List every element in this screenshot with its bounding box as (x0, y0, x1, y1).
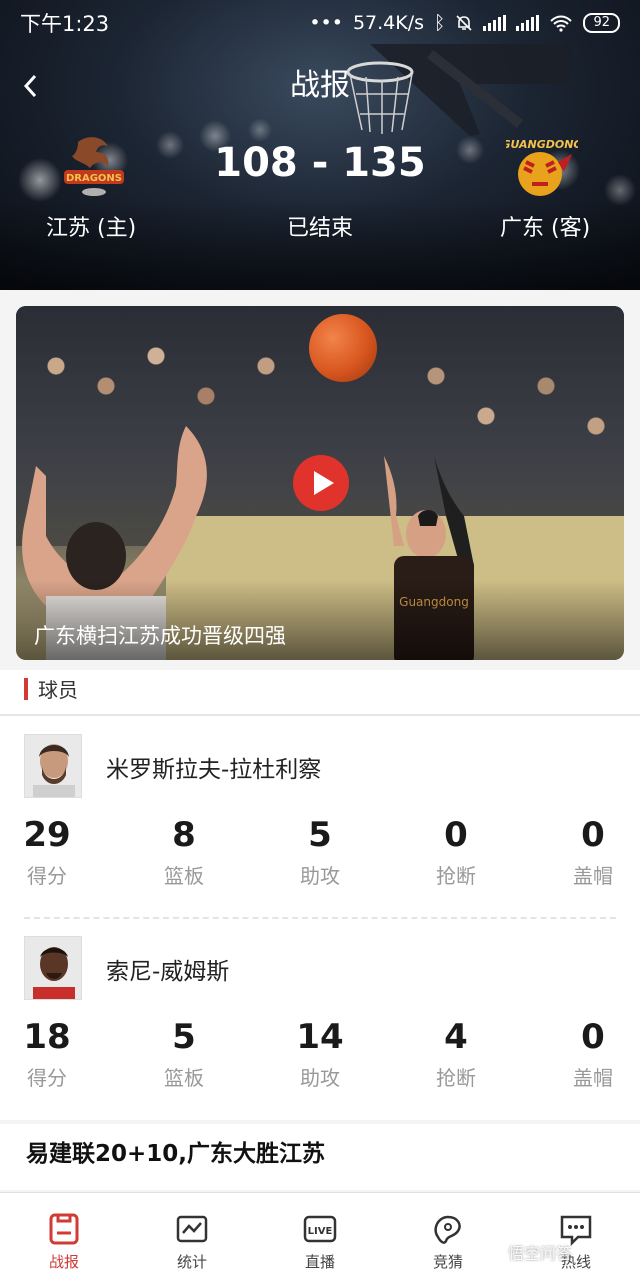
stat-rebounds: 5 篮板 (164, 1017, 204, 1090)
signal-icon (483, 15, 507, 31)
nav-bar: 战报 (0, 56, 640, 116)
mute-icon (456, 15, 473, 31)
player-name: 米罗斯拉夫-拉杜利察 (106, 757, 322, 783)
stat-steals: 4 抢断 (436, 1017, 476, 1090)
highlight-video-card[interactable]: Guangdong 广东横扫江苏成功晋级四强 (16, 306, 624, 660)
game-header: 下午1:23 ••• 57.4K/s ᛒ 92 战报 DRAGONS GUANG… (0, 0, 640, 290)
bluetooth-icon: ᛒ (434, 12, 446, 34)
game-score: 108 - 135 (214, 140, 426, 186)
stat-steals: 0 抢断 (436, 815, 476, 888)
wifi-icon (550, 15, 573, 32)
news-headline[interactable]: 易建联20+10,广东大胜江苏 (0, 1124, 640, 1190)
tab-label: 直播 (304, 1253, 335, 1271)
player-card[interactable]: 米罗斯拉夫-拉杜利察 29 得分 8 篮板 5 助攻 0 抢断 0 盖帽 (0, 716, 640, 916)
player-stat-row: 18 得分 5 篮板 14 助攻 4 抢断 0 盖帽 (0, 1016, 640, 1096)
player-stat-row: 29 得分 8 篮板 5 助攻 0 抢断 0 盖帽 (0, 814, 640, 894)
player-card[interactable]: 索尼-威姆斯 18 得分 5 篮板 14 助攻 4 抢断 0 盖帽 (0, 918, 640, 1118)
signal-icon (516, 15, 540, 31)
play-button[interactable] (293, 455, 349, 511)
watermark: 悟空问答 (508, 1244, 573, 1263)
page-title: 战报 (290, 68, 350, 103)
tab-hotline[interactable]: 热线 (512, 1193, 640, 1280)
player-stats-list: 米罗斯拉夫-拉杜利察 29 得分 8 篮板 5 助攻 0 抢断 0 盖帽 索尼-威姆斯 1… (0, 716, 640, 1120)
video-caption: 广东横扫江苏成功晋级四强 (34, 624, 286, 648)
stat-points: 29 得分 (23, 815, 71, 888)
stat-blocks: 0 盖帽 (573, 1017, 613, 1090)
network-speed: 57.4K/s (352, 12, 425, 34)
player-name: 索尼-威姆斯 (106, 959, 230, 985)
section-title: 球员 (38, 678, 78, 702)
tab-stats[interactable]: 统计 (128, 1193, 256, 1280)
tab-guess[interactable]: 竞猜 (384, 1193, 512, 1280)
players-section-header: 球员 (0, 670, 640, 716)
status-time: 下午1:23 (20, 12, 110, 36)
guess-icon (434, 1215, 461, 1244)
away-team-name: 广东 (客) (500, 216, 591, 241)
stat-assists: 14 助攻 (296, 1017, 344, 1090)
tab-label: 竞猜 (432, 1253, 463, 1271)
player-avatar (24, 936, 82, 1000)
battery-icon: 92 (583, 13, 620, 33)
svg-text:LIVE: LIVE (308, 1226, 333, 1237)
chart-icon (176, 1215, 208, 1243)
status-bar: 下午1:23 ••• 57.4K/s ᛒ 92 (0, 0, 640, 46)
tab-label: 统计 (176, 1253, 207, 1271)
basketball (309, 314, 377, 382)
stat-assists: 5 助攻 (300, 815, 340, 888)
tab-live[interactable]: LIVE 直播 (256, 1193, 384, 1280)
more-dots-icon: ••• (309, 12, 343, 34)
stat-rebounds: 8 篮板 (164, 815, 204, 888)
player-avatar (24, 734, 82, 798)
live-icon: LIVE (303, 1215, 337, 1243)
bottom-tab-bar: 战报 统计 LIVE 直播 竞猜 热线 (0, 1192, 640, 1280)
stat-points: 18 得分 (23, 1017, 71, 1090)
stat-blocks: 0 盖帽 (573, 815, 613, 888)
report-icon (49, 1213, 79, 1245)
section-accent-bar (24, 678, 28, 700)
tab-report[interactable]: 战报 (0, 1193, 128, 1280)
tab-label: 战报 (48, 1253, 79, 1271)
